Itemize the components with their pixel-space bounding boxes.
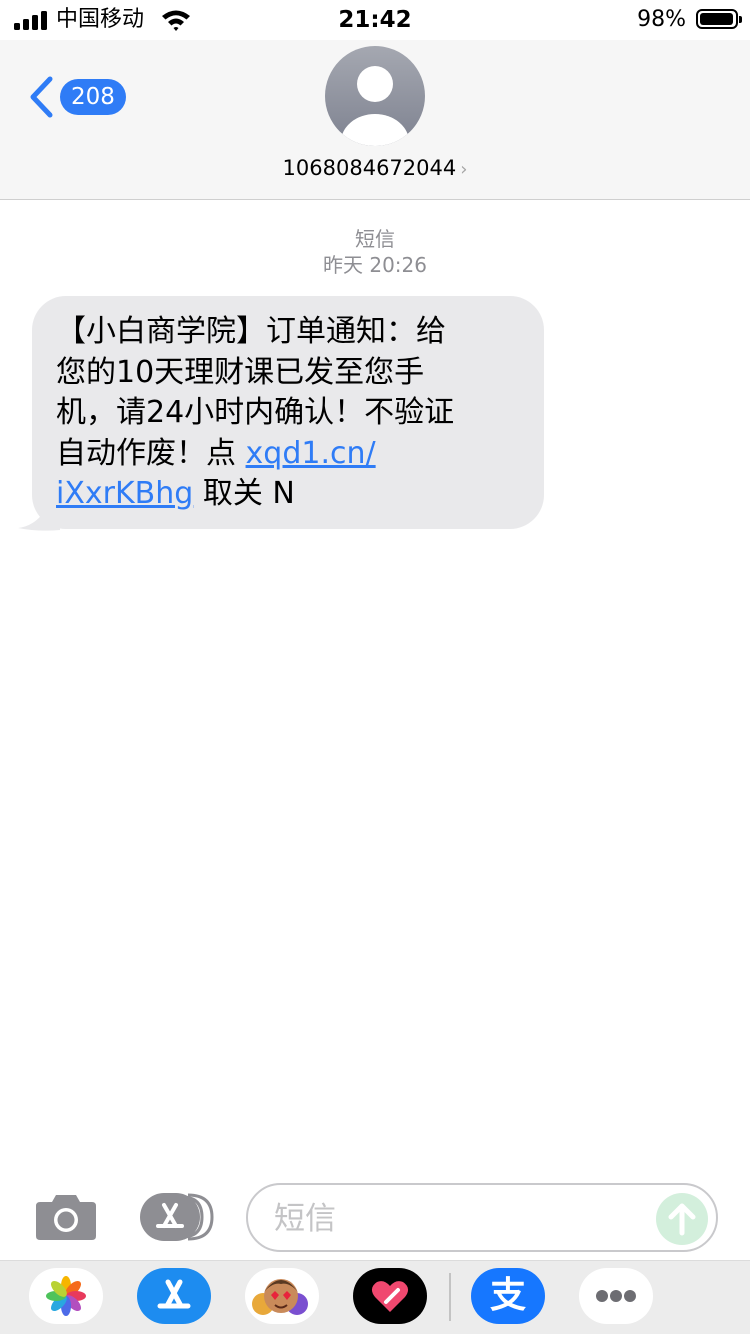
message-line: 【小白商学院】订单通知：给 — [56, 314, 446, 349]
message-link[interactable]: xqd1.cn/ — [246, 436, 376, 471]
drawer-divider — [449, 1273, 451, 1321]
battery-icon — [696, 9, 742, 29]
message-input[interactable] — [272, 1195, 636, 1243]
conversation-header: 208 1068084672044 › — [0, 40, 750, 200]
app-drawer: 支 — [0, 1260, 750, 1334]
app-store-icon[interactable] — [137, 1268, 211, 1324]
alipay-glyph: 支 — [489, 1275, 526, 1316]
unread-count-badge: 208 — [60, 79, 126, 115]
contact-number: 1068084672044 — [282, 156, 457, 180]
message-text: 自动作废！点 — [56, 435, 246, 471]
memoji-icon[interactable] — [245, 1268, 319, 1324]
message-line: 机，请24小时内确认！不验证 — [56, 395, 455, 430]
contact-name[interactable]: 1068084672044 › — [0, 154, 750, 184]
digital-touch-icon[interactable] — [353, 1268, 427, 1324]
message-text: 取关 N — [193, 476, 295, 511]
app-store-apps-icon[interactable] — [138, 1192, 214, 1242]
service-label: 短信 — [355, 227, 395, 251]
chevron-left-icon — [30, 76, 53, 118]
message-line: 您的10天理财课已发至您手 — [56, 354, 425, 390]
chevron-right-icon: › — [460, 159, 468, 180]
message-line: 自动作废！点 xqd1.cn/ — [56, 434, 520, 475]
alipay-icon[interactable]: 支 — [471, 1268, 545, 1324]
incoming-message-bubble[interactable]: 【小白商学院】订单通知：给 您的10天理财课已发至您手 机，请24小时内确认！不… — [32, 296, 544, 529]
battery-percentage: 98% — [637, 7, 686, 32]
message-field[interactable] — [246, 1183, 718, 1252]
status-bar: 中国移动 21:42 98% — [0, 0, 750, 40]
camera-icon[interactable] — [34, 1192, 98, 1242]
message-link-continued[interactable]: iXxrKBhg — [56, 476, 193, 511]
arrow-up-icon — [668, 1203, 696, 1236]
person-icon — [341, 66, 409, 146]
contact-avatar[interactable] — [325, 46, 425, 146]
back-button[interactable]: 208 — [26, 70, 126, 124]
photos-app-icon[interactable] — [29, 1268, 103, 1324]
more-apps-icon[interactable] — [579, 1268, 653, 1324]
send-button[interactable] — [656, 1193, 708, 1245]
message-timestamp: 昨天 20:26 — [323, 253, 427, 277]
message-line: iXxrKBhg 取关 N — [56, 474, 520, 515]
